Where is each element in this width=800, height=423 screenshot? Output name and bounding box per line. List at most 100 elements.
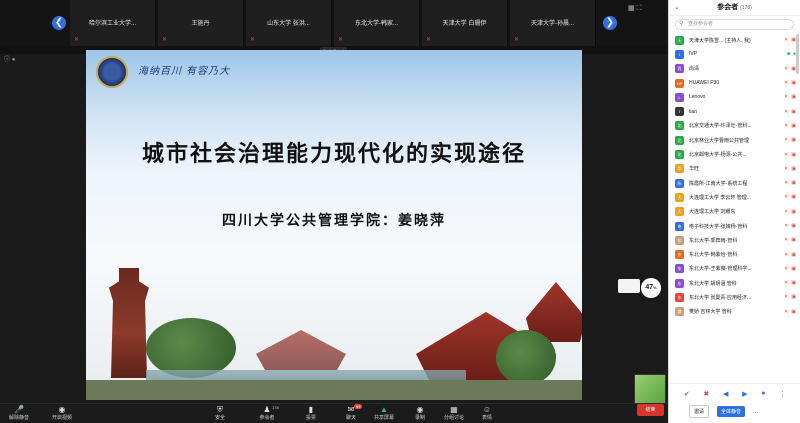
raise-hand-icon[interactable]: ✔ — [684, 390, 690, 398]
search-participants-input[interactable]: ⚲ 查找参会者 — [675, 19, 794, 30]
participants-button[interactable]: ♟ 参会者 178 — [250, 404, 284, 423]
participant-row[interactable]: 东东北大学 胡玥涵 管科 ✕ ▣ — [669, 276, 800, 290]
avatar: 大 — [675, 207, 684, 217]
participants-header: ⌄ 参会者 (178) — [669, 0, 800, 16]
decline-icon[interactable]: ✖ — [703, 390, 709, 398]
polls-button[interactable]: ▮ 投票 — [294, 404, 328, 423]
participant-row[interactable]: 东东北大学 张曼青-应用经济... ✕ ▣ — [669, 290, 800, 304]
thumbnail-name: 山东大学 张洪... — [267, 21, 310, 27]
end-meeting-button[interactable]: 结束 — [637, 404, 664, 416]
participant-row[interactable]: 北北京林业大学曹雨公共管理 ✕ ▣ — [669, 133, 800, 147]
avatar: 樊 — [675, 307, 684, 317]
participant-row[interactable]: L Lenovo ✕ ▣ — [669, 90, 800, 104]
participant-row[interactable]: 电电子科技大学-张婧杨-管科 ✕ ▣ — [669, 219, 800, 233]
record-button[interactable]: ◉ 录制 — [403, 404, 437, 423]
participant-name: 北京交通大学-许泽壮-管科... — [689, 123, 752, 130]
participant-name: 东北大学-韩紫怡-管科 — [689, 252, 738, 259]
security-button[interactable]: ⛨ 安全 — [203, 404, 237, 423]
record-icon: ◉ — [416, 405, 424, 414]
chevron-right-icon[interactable]: ❯ — [603, 16, 617, 30]
thumbnail-name: 天津大学-孙晨... — [531, 21, 574, 27]
invite-button[interactable]: 邀请 — [689, 405, 710, 418]
participant-name: 华旺 — [689, 166, 700, 173]
avatar: T — [675, 107, 684, 117]
breakout-button[interactable]: ▦ 分组讨论 — [437, 404, 471, 423]
mic-off-icon: ✕ — [784, 37, 789, 44]
fullscreen-icon[interactable]: ⛶ — [637, 5, 642, 12]
avatar: 华 — [675, 164, 684, 174]
participant-row[interactable]: 东东北大学-韩紫怡-管科 ✕ ▣ — [669, 247, 800, 261]
participant-row[interactable]: Ttian ✕ ▣ — [669, 104, 800, 118]
participant-row[interactable]: 尚尚清 ✕ ▣ — [669, 62, 800, 76]
participant-name: IVP — [689, 51, 698, 58]
slow-down-icon[interactable]: ◀ — [723, 390, 728, 398]
reactions-button[interactable]: ☺ 表情 — [470, 404, 504, 423]
video-off-icon: ▣ — [791, 180, 796, 187]
video-off-icon: ▣ — [791, 208, 796, 215]
participant-row[interactable]: 樊樊娇 吉林大学 管科 ✕ ▣ — [669, 305, 800, 319]
participant-thumbnail[interactable]: 天津大学 白珊伊 ✕ — [422, 0, 508, 46]
search-placeholder: 查找参会者 — [688, 21, 714, 27]
grid-view-icon[interactable]: ▦ — [628, 5, 635, 12]
avatar: 天 — [675, 35, 684, 45]
camera-icon: ◉ — [58, 405, 66, 414]
mute-all-button[interactable]: 全体静音 — [717, 406, 746, 417]
avatar: 电 — [675, 221, 684, 231]
participant-name: 电子科技大学-张婧杨-管科 — [689, 223, 748, 230]
chevron-left-icon[interactable]: ❮ — [52, 16, 66, 30]
participant-name: 陈霞所-江南大学-系统工程 — [689, 180, 748, 187]
share-screen-icon: ▲ — [380, 405, 388, 414]
footer-buttons: 邀请 全体静音 ... — [689, 405, 758, 418]
participant-row[interactable]: 东东北大学-王紫薇-管理科学... ✕ ▣ — [669, 262, 800, 276]
video-off-icon: ▣ — [791, 265, 796, 272]
search-icon: ⚲ — [679, 21, 684, 27]
participant-thumbnail[interactable]: 哈尔滨工业大学... ✕ — [70, 0, 156, 46]
participant-row[interactable]: 华华旺 ✕ ▣ — [669, 162, 800, 176]
share-button[interactable]: ▲ 共享屏幕 — [367, 404, 401, 423]
participant-row[interactable]: 陈陈霞所-江南大学-系统工程 ✕ ▣ — [669, 176, 800, 190]
participant-row[interactable]: 北北京交通大学-许泽壮-管科... ✕ ▣ — [669, 119, 800, 133]
shared-slide: 海纳百川 有容乃大 城市社会治理能力现代化的实现途径 四川大学公共管理学院：姜晓… — [86, 50, 582, 400]
participant-row[interactable]: 天天津大学陈雪... (主持人, 我) ✕ ▣ — [669, 33, 800, 47]
video-off-icon: ▣ — [791, 194, 796, 201]
mic-off-icon: ✕ — [784, 94, 789, 101]
scrollbar[interactable] — [796, 34, 799, 74]
video-off-icon: ▣ — [791, 308, 796, 315]
participant-name: 东北大学-郭田雨-管科 — [689, 237, 738, 244]
participant-row[interactable]: 北北京邮电大学-杨源-公共... ✕ ▣ — [669, 147, 800, 161]
self-video-preview[interactable] — [634, 374, 666, 404]
participant-row[interactable]: HP HUAWEI P30 ✕ ▣ — [669, 76, 800, 90]
toolbar-label: 开启视频 — [51, 415, 72, 421]
participant-row[interactable]: 东东北大学-郭田雨-管科 ✕ ▣ — [669, 233, 800, 247]
participant-name: HUAWEI P30 — [689, 80, 720, 87]
more-reactions-icon[interactable]: ⋮ — [779, 390, 786, 398]
mic-off-icon: ✕ — [338, 37, 344, 43]
ground-illustration — [86, 380, 582, 400]
breakout-icon: ▦ — [450, 405, 458, 414]
more-options-button[interactable]: ... — [753, 409, 758, 415]
window-controls: ▦ ⛶ — [628, 4, 641, 13]
mic-off-icon: ✕ — [784, 165, 789, 172]
participant-row[interactable]: 大大连理工大学 李云轩 管理... ✕ ▣ — [669, 190, 800, 204]
speed-up-icon[interactable]: ▶ — [742, 390, 747, 398]
toolbar-label: 分组讨论 — [443, 415, 464, 421]
participant-row[interactable]: I IVP ■ ● — [669, 47, 800, 61]
participant-thumbnail[interactable]: 东北大学-韩家... ✕ — [334, 0, 420, 46]
info-icon[interactable]: ⓘ — [4, 57, 10, 63]
mute-button[interactable]: 🎤 解除静音 — [2, 404, 36, 423]
participant-thumbnail[interactable]: 王施丹 ✕ — [158, 0, 244, 46]
video-button[interactable]: ◉ 开启视频 — [45, 404, 79, 423]
chevron-down-icon[interactable]: ⌄ — [674, 0, 680, 16]
shield-check-icon: ● — [11, 57, 16, 63]
participant-row[interactable]: 大大连理工大学 刘耀东 ✕ ▣ — [669, 205, 800, 219]
toolbar-label: 安全 — [214, 415, 225, 421]
participant-count: 178 — [272, 405, 279, 410]
clock-tower-illustration — [109, 268, 149, 378]
participant-thumbnail[interactable]: 天津大学-孙晨... ✕ — [510, 0, 596, 46]
participant-thumbnail[interactable]: 山东大学 张洪... ✕ — [246, 0, 332, 46]
coffee-icon[interactable]: ● — [761, 390, 765, 398]
chat-button[interactable]: ✉ 聊天 99 — [334, 404, 368, 423]
video-thumbnail-strip: ❮ 哈尔滨工业大学... ✕ 王施丹 ✕ 山东大学 张洪... ✕ 东北大学-韩家... ✕ 天… — [0, 0, 668, 46]
mic-off-icon: ✕ — [784, 280, 789, 287]
network-stat-tag — [618, 279, 640, 293]
